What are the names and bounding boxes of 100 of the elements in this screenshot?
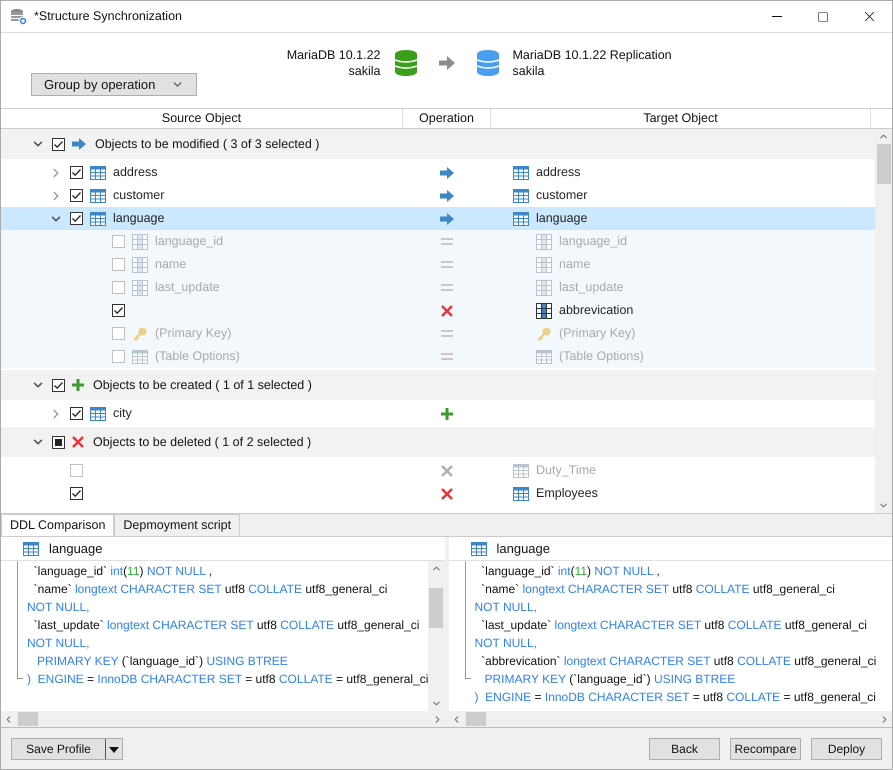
window-title: *Structure Synchronization: [34, 8, 182, 26]
table-icon: [513, 188, 529, 202]
source-object-name: (Primary Key): [155, 325, 232, 342]
code-line: ) ENGINE = InnoDB CHARACTER SET = utf8 COLLATE = utf8_general_ci: [27, 671, 428, 688]
equals-icon: [441, 330, 453, 337]
checkbox[interactable]: [112, 258, 125, 271]
footer-button[interactable]: Back: [649, 738, 720, 760]
source-object-name: last_update: [155, 279, 220, 296]
arrow-right-icon: [440, 190, 454, 202]
database-sync-icon: [10, 8, 28, 26]
code-line: `last_update` longtext CHARACTER SET utf8 COLLATE utf8_general_ci: [480, 617, 867, 634]
source-database-name: sakila: [348, 63, 380, 79]
table-icon: [536, 350, 552, 364]
checkbox[interactable]: [70, 407, 83, 420]
vertical-scrollbar[interactable]: [875, 129, 892, 513]
arrow-right-icon: [440, 212, 454, 224]
checkbox[interactable]: [70, 166, 83, 179]
group-row[interactable]: Objects to be deleted ( 1 of 2 selected ): [1, 427, 875, 457]
checkbox[interactable]: [52, 436, 65, 448]
database-icon: [476, 50, 498, 76]
target-object-name: (Primary Key): [559, 325, 636, 342]
tree-row[interactable]: language language: [1, 207, 875, 230]
equals-icon: [441, 261, 453, 268]
horizontal-scrollbar[interactable]: [1, 711, 444, 727]
target-object-name: address: [536, 164, 580, 182]
target-object-name: language_id: [559, 233, 628, 250]
database-icon: [394, 50, 416, 76]
column-header[interactable]: Target Object: [491, 109, 871, 128]
code-line: `name` longtext CHARACTER SET utf8 COLLATE utf8_general_ci: [32, 581, 388, 598]
group-row[interactable]: Objects to be modified ( 3 of 3 selected ): [1, 129, 875, 159]
ddl-object-name: language: [496, 540, 550, 558]
footer-button[interactable]: Deploy: [811, 738, 882, 760]
group-label: Objects to be deleted ( 1 of 2 selected ): [93, 434, 312, 451]
table-icon: [90, 166, 106, 180]
code-line: `name` longtext CHARACTER SET utf8 COLLATE utf8_general_ci: [480, 581, 835, 598]
save-profile-split-button[interactable]: Save Profile: [11, 738, 123, 760]
target-object-name: name: [559, 256, 590, 274]
table-icon: [90, 212, 106, 226]
code-line: PRIMARY KEY (`language_id`) USING BTREE: [484, 671, 736, 688]
equals-icon: [441, 238, 453, 245]
group-label: Objects to be modified ( 3 of 3 selected ): [95, 136, 320, 153]
horizontal-scrollbar[interactable]: [448, 711, 892, 727]
table-icon: [90, 188, 106, 202]
cross-icon: [72, 436, 84, 448]
checkbox[interactable]: [70, 212, 83, 225]
source-object-name: address: [113, 164, 158, 182]
source-server-name: MariaDB 10.1.22: [286, 47, 380, 63]
key-icon: [536, 326, 552, 342]
arrow-right-icon: [440, 166, 454, 178]
table-icon: [132, 350, 148, 364]
checkbox[interactable]: [52, 378, 65, 392]
scroll-thumb[interactable]: [466, 712, 486, 726]
tab[interactable]: Depmoyment script: [114, 514, 240, 536]
checkbox[interactable]: [112, 235, 125, 248]
checkbox[interactable]: [112, 350, 125, 363]
checkbox[interactable]: [70, 464, 83, 477]
group-by-dropdown[interactable]: Group by operation: [31, 73, 197, 96]
group-label: Objects to be created ( 1 of 1 selected ): [93, 376, 312, 394]
code-line: NOT NULL,: [474, 599, 537, 616]
footer-button[interactable]: Recompare: [730, 738, 801, 760]
group-row[interactable]: Objects to be created ( 1 of 1 selected ): [1, 370, 875, 400]
checkbox[interactable]: [70, 189, 83, 202]
plus-icon: [441, 408, 453, 420]
table-icon: [513, 464, 529, 478]
cross-icon: [441, 304, 453, 316]
checkbox[interactable]: [52, 138, 65, 150]
target-server-name: MariaDB 10.1.22 Replication: [512, 47, 672, 63]
column-icon: [132, 256, 148, 272]
code-line: ) ENGINE = InnoDB CHARACTER SET = utf8 COLLATE = utf8_general_ci: [474, 689, 876, 706]
table-icon: [23, 542, 39, 556]
target-object-name: customer: [536, 187, 588, 204]
cross-icon: [441, 464, 453, 476]
column-icon: [536, 280, 552, 296]
column-header[interactable]: Source Object: [1, 109, 403, 128]
ddl-object-name: language: [49, 540, 102, 558]
source-object-name: language_id: [155, 233, 224, 250]
checkbox[interactable]: [112, 281, 125, 294]
checkbox[interactable]: [112, 304, 125, 317]
column-header[interactable]: Operation: [403, 109, 491, 128]
tab[interactable]: DDL Comparison: [1, 514, 114, 536]
code-line: PRIMARY KEY (`language_id`) USING BTREE: [36, 653, 288, 670]
table-icon: [513, 486, 529, 500]
target-object-name: Employees: [536, 485, 598, 502]
column-icon: [536, 302, 552, 318]
table-icon: [90, 406, 106, 420]
target-object-name: last_update: [559, 279, 624, 296]
scroll-thumb[interactable]: [429, 588, 443, 628]
scroll-thumb[interactable]: [18, 712, 38, 726]
tree-row[interactable]: abbrevication: [1, 299, 875, 322]
code-line: NOT NULL,: [27, 635, 90, 652]
target-object-name: (Table Options): [559, 348, 644, 366]
table-icon: [470, 542, 486, 556]
scroll-thumb[interactable]: [876, 144, 890, 184]
table-icon: [513, 212, 529, 226]
equals-icon: [441, 353, 453, 360]
table-icon: [513, 166, 529, 180]
checkbox[interactable]: [70, 487, 83, 500]
column-icon: [536, 256, 552, 272]
code-line: `abbrevication` longtext CHARACTER SET utf8 COLLATE utf8_general_ci: [480, 653, 876, 670]
checkbox[interactable]: [112, 327, 125, 340]
